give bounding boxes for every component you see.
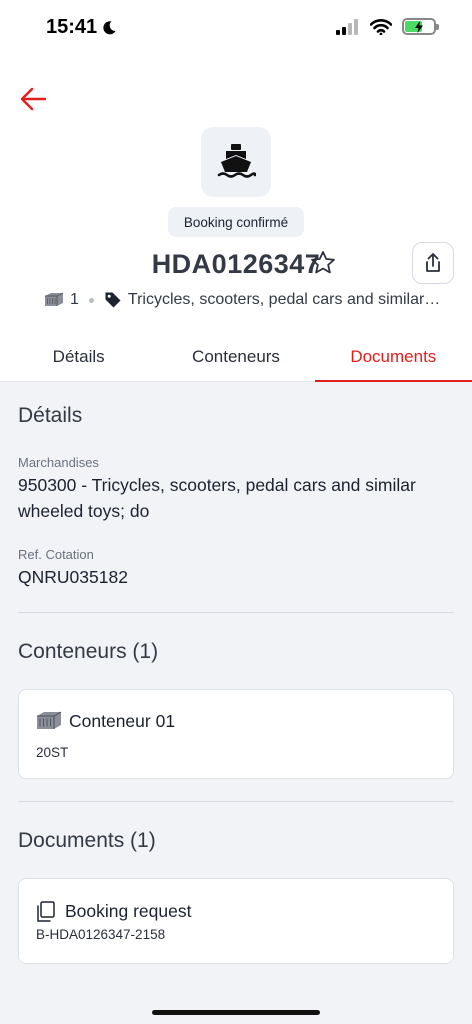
status-bar: 15:41 <box>0 0 472 56</box>
booking-meta: 1 Tricycles, scooters, pedal cars and si… <box>44 288 444 312</box>
document-reference: B-HDA0126347-2158 <box>36 927 166 942</box>
tab-details[interactable]: Détails <box>0 333 157 381</box>
details-section-title: Détails <box>18 404 83 427</box>
moon-icon <box>103 20 116 34</box>
back-button[interactable] <box>16 84 50 114</box>
container-icon <box>37 711 62 729</box>
container-icon <box>45 292 64 306</box>
share-button[interactable] <box>412 242 454 284</box>
share-icon <box>426 253 440 272</box>
goods-label: Marchandises <box>18 455 99 470</box>
tag-icon <box>105 292 121 308</box>
content-area: Détails Marchandises 950300 - Tricycles,… <box>0 382 472 1024</box>
booking-status-badge: Booking confirmé <box>168 207 304 237</box>
home-indicator[interactable] <box>152 1010 320 1015</box>
documents-section-title: Documents (1) <box>18 829 156 852</box>
title-row: HDA0126347 <box>0 244 472 284</box>
status-time: 15:41 <box>46 16 117 39</box>
document-name: Booking request <box>65 901 192 921</box>
container-type: 20ST <box>36 745 69 760</box>
arrow-left-icon <box>20 87 47 111</box>
quote-ref-label: Ref. Cotation <box>18 547 94 562</box>
tab-documents[interactable]: Documents <box>314 333 472 382</box>
quote-ref-value: QNRU035182 <box>18 567 128 587</box>
document-icon <box>37 901 55 922</box>
tab-bar: Détails Conteneurs Documents <box>0 333 472 382</box>
meta-separator <box>88 297 94 303</box>
goods-value: 950300 - Tricycles, scooters, pedal cars… <box>18 475 416 521</box>
ship-tile <box>201 127 271 197</box>
star-icon <box>311 251 335 274</box>
booking-id: HDA0126347 <box>151 248 321 279</box>
favorite-button[interactable] <box>309 249 337 277</box>
tab-containers[interactable]: Conteneurs <box>157 333 314 381</box>
status-indicators <box>336 18 439 35</box>
wifi-icon <box>370 18 392 35</box>
ship-icon <box>217 144 256 178</box>
status-time-text: 15:41 <box>46 16 98 38</box>
container-card[interactable]: Conteneur 01 20ST <box>18 689 454 779</box>
document-card[interactable]: Booking request B-HDA0126347-2158 <box>18 878 454 964</box>
package-count: 1 <box>70 291 79 308</box>
goods-summary: Tricycles, scooters, pedal cars and simi… <box>127 291 441 308</box>
section-divider <box>18 801 454 802</box>
containers-section-title: Conteneurs (1) <box>18 640 159 663</box>
section-divider <box>18 612 454 613</box>
battery-icon <box>402 18 439 35</box>
cellular-signal-icon <box>336 18 358 35</box>
container-name: Conteneur 01 <box>69 711 176 731</box>
